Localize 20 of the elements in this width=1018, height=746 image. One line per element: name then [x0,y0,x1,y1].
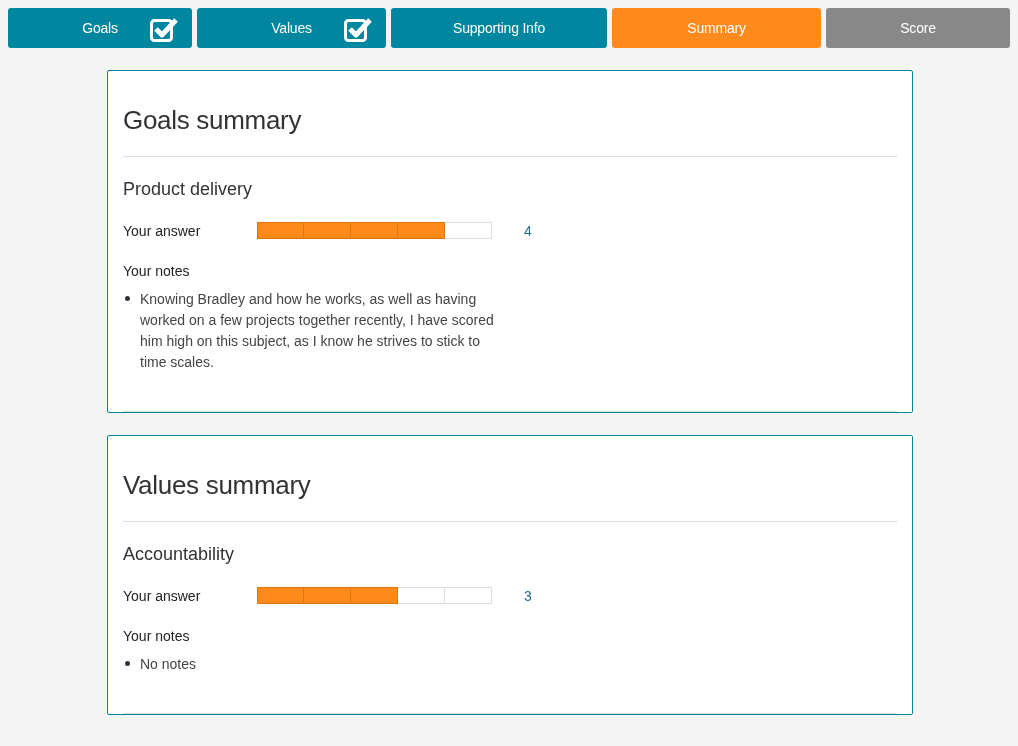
checkbox-checked-icon [150,16,178,42]
note-text: No notes [140,655,198,674]
step-tab[interactable]: Supporting Info [391,8,607,48]
bullet-icon [125,296,130,301]
item-title: Product delivery [123,179,254,200]
score-value: 4 [524,222,532,239]
note-text: Knowing Bradley and how he works, as well as having worked on a few projects together recently, I have scored him high on this subject, as I know he strives to stick to time scales. [140,290,495,372]
section-title: Goals summary [123,105,303,136]
notes-label: Your notes [123,628,191,644]
step-tab[interactable]: Summary [612,8,821,48]
answer-label: Your answer [123,587,202,604]
step-tab[interactable]: Values [197,8,386,48]
item-title: Accountability [123,544,236,565]
bullet-icon [125,661,130,666]
section-title: Values summary [123,470,312,501]
score-value: 3 [524,587,532,604]
step-tab[interactable]: Goals [8,8,192,48]
answer-label: Your answer [123,222,202,239]
notes-label: Your notes [123,263,191,279]
checkbox-checked-icon [344,16,372,42]
